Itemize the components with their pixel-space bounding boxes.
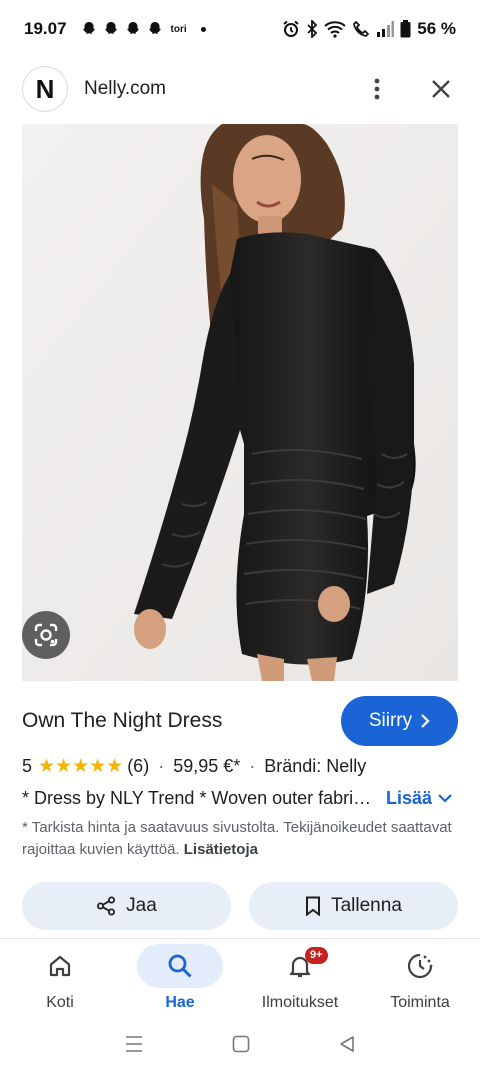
tori-label: tori <box>170 23 187 35</box>
nav-item-search[interactable]: Hae <box>120 940 240 1020</box>
status-right: 56 % <box>282 19 456 39</box>
bottom-navigation: Koti Hae 9+ Ilmoitukset Toiminta <box>0 940 480 1020</box>
alarm-icon <box>282 20 300 38</box>
status-left: 19.07 tori <box>24 19 206 39</box>
nav-label: Koti <box>46 994 74 1011</box>
product-description: * Dress by NLY Trend * Woven outer fabri… <box>22 787 376 808</box>
action-buttons: Jaa Tallenna <box>22 882 458 930</box>
disclaimer: * Tarkista hinta ja saatavuus sivustolta… <box>22 817 458 861</box>
nav-icon-container <box>17 944 103 988</box>
recents-icon <box>126 1036 142 1052</box>
dress-photo <box>22 124 458 681</box>
signal-icon <box>376 21 395 37</box>
more-label: Lisää <box>386 787 433 808</box>
divider <box>0 938 480 939</box>
share-icon <box>97 896 116 916</box>
site-name: Nelly.com <box>84 78 166 99</box>
show-more-button[interactable]: Lisää <box>386 788 452 809</box>
battery-icon <box>400 20 411 38</box>
product-price: 59,95 €* <box>173 755 241 776</box>
snapchat-icon <box>81 21 97 37</box>
bookmark-icon <box>306 896 321 916</box>
chevron-right-icon <box>421 714 430 728</box>
system-navigation <box>0 1020 480 1073</box>
bluetooth-icon <box>306 20 318 38</box>
status-time: 19.07 <box>24 19 67 38</box>
separator-dot: · <box>249 755 256 776</box>
visit-site-button[interactable]: Siirry <box>341 696 458 746</box>
home-system-button[interactable] <box>232 1035 250 1058</box>
more-vert-icon <box>374 78 380 100</box>
visit-label: Siirry <box>368 710 413 731</box>
lens-icon <box>34 623 58 647</box>
site-logo: N <box>22 66 68 112</box>
close-button[interactable] <box>424 72 458 106</box>
nav-icon-container <box>137 944 223 988</box>
home-icon <box>49 955 71 977</box>
snapchat-icon <box>147 21 163 37</box>
header-actions <box>360 72 458 106</box>
close-icon <box>432 80 450 98</box>
rating-count: (6) <box>127 755 150 776</box>
nav-icon-container <box>377 944 463 988</box>
google-lens-button[interactable] <box>22 611 70 659</box>
product-brand: Brändi: Nelly <box>264 755 367 776</box>
notification-badge: 9+ <box>305 947 328 964</box>
nav-label: Hae <box>165 994 195 1011</box>
product-meta: 5 ★★★★★ (6) · 59,95 €* · Brändi: Nelly <box>22 752 458 780</box>
back-button[interactable] <box>338 1035 356 1058</box>
save-label: Tallenna <box>331 895 402 916</box>
site-header: N Nelly.com <box>0 62 480 116</box>
rating-stars: ★★★★★ <box>38 755 124 777</box>
nav-label: Toiminta <box>390 994 450 1011</box>
nav-item-home[interactable]: Koti <box>0 940 120 1020</box>
search-icon <box>168 954 192 978</box>
snapchat-icon <box>125 21 141 37</box>
nav-item-activity[interactable]: Toiminta <box>360 940 480 1020</box>
learn-more-link[interactable]: Lisätietoja <box>184 841 258 858</box>
share-button[interactable]: Jaa <box>22 882 231 930</box>
chevron-down-icon <box>438 794 452 803</box>
nav-icon-container: 9+ <box>257 944 343 988</box>
call-icon <box>352 20 370 38</box>
product-title: Own The Night Dress <box>22 709 223 732</box>
product-image[interactable] <box>22 124 458 681</box>
snapchat-icon <box>103 21 119 37</box>
more-options-button[interactable] <box>360 72 394 106</box>
save-button[interactable]: Tallenna <box>249 882 458 930</box>
recent-apps-button[interactable] <box>124 1035 144 1058</box>
nav-label: Ilmoitukset <box>261 994 339 1011</box>
share-label: Jaa <box>126 895 157 916</box>
battery-percentage: 56 % <box>417 19 456 38</box>
product-title-row: Own The Night Dress Siirry <box>22 696 458 746</box>
rating-value: 5 <box>22 755 33 776</box>
separator-dot: · <box>158 755 165 776</box>
activity-icon <box>407 953 433 979</box>
back-icon <box>340 1036 354 1052</box>
home-square-icon <box>232 1035 250 1053</box>
description-row: * Dress by NLY Trend * Woven outer fabri… <box>22 784 458 812</box>
more-notifications-dot <box>200 26 206 32</box>
nav-item-notifications[interactable]: 9+ Ilmoitukset <box>240 940 360 1020</box>
status-bar: 19.07 tori 56 % <box>0 0 480 58</box>
wifi-icon <box>324 20 346 38</box>
